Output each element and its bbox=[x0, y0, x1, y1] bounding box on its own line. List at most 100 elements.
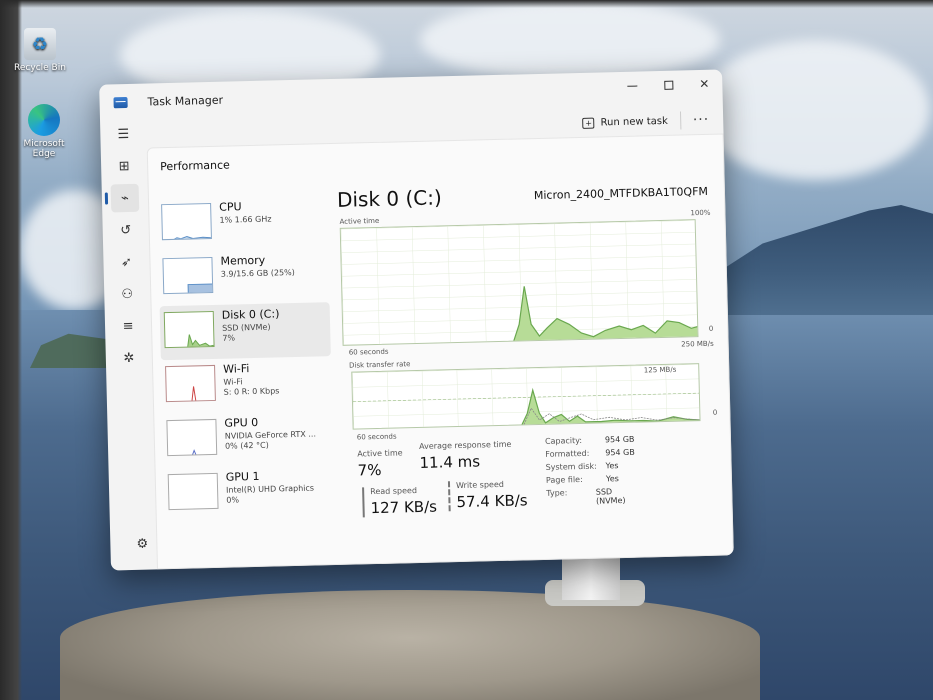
performance-page: Performance CPU 1% 1.66 GHz Memory 3.9/1… bbox=[146, 133, 734, 570]
resource-item-memory[interactable]: Memory 3.9/15.6 GB (25%) bbox=[158, 248, 329, 306]
run-new-task-button[interactable]: + Run new task bbox=[582, 115, 668, 129]
resource-value: S: 0 R: 0 Kbps bbox=[223, 386, 280, 397]
resource-item-gpu-0[interactable]: GPU 0 NVIDIA GeForce RTX ... 0% (42 °C) bbox=[162, 410, 333, 468]
users-icon: ⚇ bbox=[121, 286, 134, 302]
property-value: 954 GB bbox=[605, 447, 635, 458]
hamburger-button[interactable]: ☰ bbox=[109, 120, 138, 149]
transfer-chart-min: 0 bbox=[712, 408, 718, 417]
active-time-chart bbox=[339, 219, 699, 346]
stat-label: Average response time bbox=[418, 439, 512, 451]
close-icon: ✕ bbox=[699, 76, 710, 92]
write-speed-stat: Write speed 57.4 KB/s bbox=[447, 479, 528, 512]
average-response-stat: Average response time 11.4 ms bbox=[419, 440, 512, 472]
app-history-icon: ↺ bbox=[120, 222, 132, 238]
performance-button[interactable]: ⌁ bbox=[110, 183, 140, 213]
stat-value: 7% bbox=[357, 460, 382, 480]
desktop-icon-edge[interactable]: Microsoft Edge bbox=[14, 104, 74, 159]
resource-name: Disk 0 (C:) bbox=[221, 307, 280, 322]
active-time-chart-max: 100% bbox=[690, 208, 711, 218]
cloud bbox=[420, 0, 720, 80]
resource-name: Memory bbox=[220, 253, 266, 268]
stat-label: Read speed bbox=[370, 486, 418, 497]
resource-item-gpu-1[interactable]: GPU 1 Intel(R) UHD Graphics 0% bbox=[164, 464, 335, 522]
wifi-thumbnail-graph bbox=[165, 364, 216, 403]
gpu-0-thumbnail-graph bbox=[166, 418, 218, 457]
resource-sub: SSD (NVMe) bbox=[222, 322, 271, 333]
resource-sub: 1% 1.66 GHz bbox=[219, 214, 272, 225]
hamburger-icon: ☰ bbox=[117, 126, 130, 142]
resource-item-cpu[interactable]: CPU 1% 1.66 GHz bbox=[157, 194, 328, 252]
edge-icon bbox=[28, 104, 60, 136]
desktop-icon-label: Recycle Bin bbox=[14, 63, 66, 73]
property-key: Type: bbox=[546, 488, 568, 498]
property-value: SSD (NVMe) bbox=[595, 487, 626, 506]
disk-detail-panel: Disk 0 (C:) Micron_2400_MTFDKBA1T0QFM Ac… bbox=[337, 179, 723, 554]
memory-thumbnail-graph bbox=[162, 256, 214, 295]
resource-value: 0% (42 °C) bbox=[224, 440, 269, 451]
stat-value: 11.4 ms bbox=[419, 452, 481, 472]
run-new-task-label: Run new task bbox=[600, 115, 668, 128]
desktop-icon-recycle-bin[interactable]: ♻ Recycle Bin bbox=[10, 28, 70, 73]
stat-label: Active time bbox=[357, 448, 403, 459]
active-time-chart-min: 0 bbox=[708, 324, 714, 333]
resource-name: GPU 1 bbox=[225, 469, 260, 484]
recycle-bin-icon: ♻ bbox=[24, 28, 56, 60]
resource-name: Wi-Fi bbox=[222, 362, 250, 376]
details-button[interactable]: ≡ bbox=[114, 312, 143, 341]
run-new-task-icon: + bbox=[582, 117, 595, 129]
stone-pier bbox=[60, 590, 760, 700]
processes-icon: ⊞ bbox=[118, 158, 130, 174]
performance-icon: ⌁ bbox=[120, 190, 130, 206]
services-icon: ✲ bbox=[123, 350, 135, 366]
command-bar-separator bbox=[679, 111, 682, 130]
resource-sub: 3.9/15.6 GB (25%) bbox=[220, 267, 295, 279]
transfer-chart-mid: 125 MB/s bbox=[643, 365, 677, 375]
settings-button[interactable]: ⚙ bbox=[128, 529, 157, 558]
window-controls: ✕ bbox=[614, 69, 723, 100]
stat-value: 127 KB/s bbox=[370, 497, 438, 518]
cloud bbox=[700, 40, 930, 180]
read-speed-stat: Read speed 127 KB/s bbox=[362, 485, 438, 518]
processes-button[interactable]: ⊞ bbox=[110, 152, 139, 181]
resource-list: CPU 1% 1.66 GHz Memory 3.9/15.6 GB (25%) bbox=[157, 194, 335, 522]
services-button[interactable]: ✲ bbox=[115, 344, 144, 373]
minimize-button[interactable] bbox=[614, 71, 651, 100]
cpu-thumbnail-graph bbox=[161, 202, 212, 241]
maximize-button[interactable] bbox=[650, 70, 687, 99]
active-time-chart-span: 60 seconds bbox=[348, 347, 389, 357]
transfer-chart-span: 60 seconds bbox=[356, 432, 397, 442]
property-value: Yes bbox=[605, 474, 619, 484]
stat-value: 57.4 KB/s bbox=[456, 491, 528, 512]
task-manager-icon bbox=[113, 96, 128, 108]
window-title: Task Manager bbox=[147, 93, 224, 109]
transfer-chart-max: 250 MB/s bbox=[681, 339, 714, 349]
close-button[interactable]: ✕ bbox=[686, 69, 723, 98]
resource-item-disk-0[interactable]: Disk 0 (C:) SSD (NVMe) 7% bbox=[159, 302, 331, 361]
task-manager-window: Task Manager ✕ ☰ ⊞ ⌁ ↺ ➶ ⚇ ≡ ✲ ⚙ + Run n… bbox=[99, 69, 734, 571]
property-value: 954 GB bbox=[604, 434, 635, 445]
resource-sub: Wi-Fi bbox=[223, 377, 243, 387]
active-time-chart-label: Active time bbox=[339, 216, 380, 226]
property-value: Yes bbox=[605, 461, 619, 471]
monitor-bezel-top bbox=[0, 0, 933, 8]
gpu-1-thumbnail-graph bbox=[167, 472, 219, 511]
active-time-stat: Active time 7% bbox=[357, 448, 403, 479]
stat-label: Write speed bbox=[455, 479, 504, 491]
resource-value: 7% bbox=[222, 333, 236, 343]
users-button[interactable]: ⚇ bbox=[113, 280, 142, 309]
startup-apps-icon: ➶ bbox=[120, 254, 133, 270]
startup-apps-button[interactable]: ➶ bbox=[112, 248, 141, 277]
desktop-icon-label: Microsoft Edge bbox=[23, 139, 65, 159]
property-row: Type: SSD (NVMe) bbox=[546, 487, 636, 506]
settings-icon: ⚙ bbox=[136, 536, 149, 552]
app-history-button[interactable]: ↺ bbox=[111, 216, 140, 245]
maximize-icon bbox=[663, 80, 673, 90]
minimize-icon bbox=[627, 85, 638, 87]
resource-name: GPU 0 bbox=[224, 415, 259, 430]
resource-name: CPU bbox=[219, 200, 242, 214]
page-title: Performance bbox=[160, 158, 231, 174]
transfer-chart-label: Disk transfer rate bbox=[348, 360, 411, 370]
more-options-button[interactable]: ··· bbox=[693, 112, 710, 128]
details-icon: ≡ bbox=[122, 318, 134, 334]
resource-item-wifi[interactable]: Wi-Fi Wi-Fi S: 0 R: 0 Kbps bbox=[161, 356, 332, 414]
